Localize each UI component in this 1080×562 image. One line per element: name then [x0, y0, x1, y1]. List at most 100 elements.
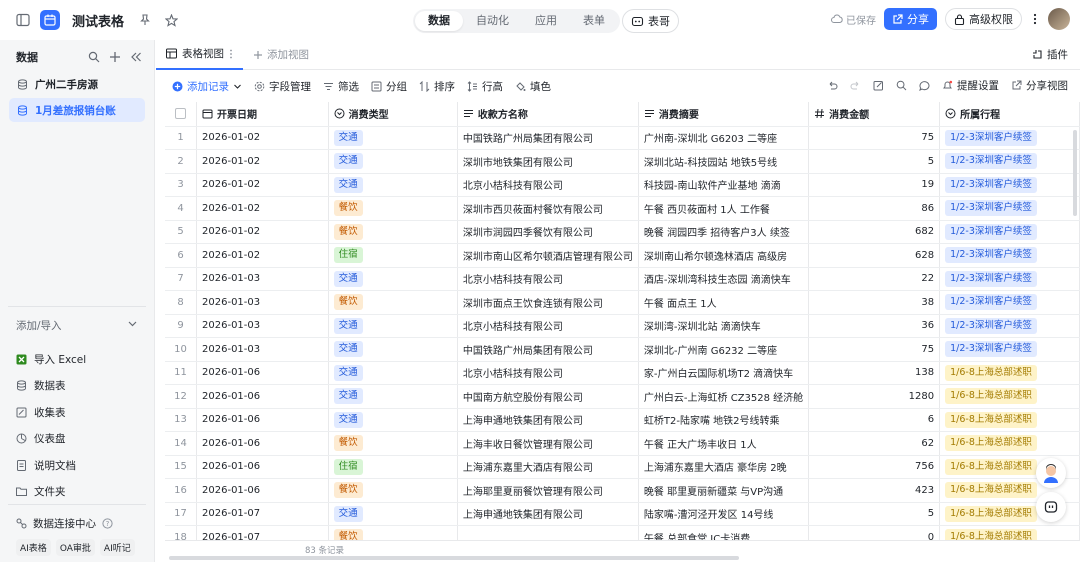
plus-icon[interactable]	[109, 51, 121, 63]
more-icon[interactable]	[1030, 10, 1040, 28]
column-header-summary[interactable]: 消费摘要	[638, 102, 810, 127]
table-row[interactable]: 5 2026-01-02 餐饮 深圳市润园四季餐饮有限公司 晚餐 润园四季 招待客户3人…	[165, 220, 1080, 244]
filter-button[interactable]: 筛选	[323, 79, 359, 94]
cell-trip[interactable]: 1/2-3深圳客户续签	[939, 314, 1080, 338]
share-button[interactable]: 分享	[884, 8, 937, 30]
cell-trip[interactable]: 1/2-3深圳客户续签	[939, 290, 1080, 315]
row-number[interactable]: 6	[165, 243, 198, 268]
cell-date[interactable]: 2026-01-03	[196, 290, 329, 315]
cell-summary[interactable]: 晚餐 润园四季 招待客户3人 续签	[638, 220, 810, 244]
tab-data[interactable]: 数据	[415, 11, 463, 31]
cell-payee[interactable]: 北京小桔科技有限公司	[457, 361, 639, 385]
table-row[interactable]: 10 2026-01-03 交通 中国铁路广州局集团有限公司 深圳北-广州南 G6232…	[165, 337, 1080, 362]
pin-icon[interactable]	[136, 11, 154, 29]
table-row[interactable]: 6 2026-01-02 住宿 深圳市南山区希尔顿酒店管理有限公司 深圳南山希尔顿逸林酒…	[165, 243, 1080, 268]
doc-item[interactable]: 说明文档	[16, 452, 86, 479]
cell-amount[interactable]: 5	[808, 502, 941, 526]
cell-payee[interactable]: 深圳市面点王饮食连锁有限公司	[457, 290, 639, 315]
share-view-button[interactable]: 分享视图	[1011, 78, 1068, 93]
cell-payee[interactable]: 深圳市润园四季餐饮有限公司	[457, 220, 639, 244]
row-number[interactable]: 12	[165, 384, 198, 409]
row-number[interactable]: 18	[165, 525, 198, 540]
cell-amount[interactable]: 75	[808, 126, 941, 150]
cell-amount[interactable]: 6	[808, 408, 941, 432]
more-icon[interactable]	[229, 49, 233, 59]
vertical-scrollbar[interactable]	[1073, 130, 1077, 216]
row-number[interactable]: 17	[165, 502, 198, 526]
biaoge-button[interactable]: 表哥	[622, 9, 679, 33]
table-row[interactable]: 18 2026-01-07 餐饮 午餐 总部食堂 IC卡消费 0 1/6-8上海总部述职	[165, 525, 1080, 540]
table-row[interactable]: 1 2026-01-02 交通 中国铁路广州局集团有限公司 广州南-深圳北 G6203 …	[165, 126, 1080, 150]
folder-item[interactable]: 文件夹	[16, 479, 86, 506]
cell-amount[interactable]: 22	[808, 267, 941, 291]
cell-payee[interactable]: 深圳市西贝莜面村餐饮有限公司	[457, 196, 639, 221]
cell-amount[interactable]: 75	[808, 337, 941, 362]
cell-payee[interactable]: 上海申通地铁集团有限公司	[457, 408, 639, 432]
column-header-amount[interactable]: 消费金额	[808, 102, 941, 127]
cell-type[interactable]: 交通	[328, 502, 458, 526]
cell-payee[interactable]: 中国铁路广州局集团有限公司	[457, 337, 639, 362]
cell-date[interactable]: 2026-01-07	[196, 502, 329, 526]
table-row[interactable]: 17 2026-01-07 交通 上海申通地铁集团有限公司 陆家嘴-漕河泾开发区 14号…	[165, 502, 1080, 526]
chip-oa[interactable]: OA审批	[55, 539, 95, 556]
cell-date[interactable]: 2026-01-06	[196, 478, 329, 503]
cell-trip[interactable]: 1/2-3深圳客户续签	[939, 220, 1080, 244]
cell-trip[interactable]: 1/2-3深圳客户续签	[939, 267, 1080, 291]
cell-date[interactable]: 2026-01-02	[196, 126, 329, 150]
cell-summary[interactable]: 广州白云-上海虹桥 CZ3528 经济舱	[638, 384, 810, 409]
cell-summary[interactable]: 深圳南山希尔顿逸林酒店 高级房	[638, 243, 810, 268]
chip-ai-notes[interactable]: AI听记	[99, 539, 135, 556]
column-header-type[interactable]: 消费类型	[328, 102, 458, 127]
chevron-down-icon[interactable]	[127, 318, 138, 329]
cell-amount[interactable]: 36	[808, 314, 941, 338]
table-row[interactable]: 11 2026-01-06 交通 北京小桔科技有限公司 家-广州白云国际机场T2 滴滴快…	[165, 361, 1080, 385]
row-number[interactable]: 8	[165, 290, 198, 315]
cell-date[interactable]: 2026-01-07	[196, 525, 329, 540]
star-icon[interactable]	[162, 11, 180, 29]
row-number[interactable]: 14	[165, 431, 198, 456]
table-row[interactable]: 9 2026-01-03 交通 北京小桔科技有限公司 深圳湾-深圳北站 滴滴快车 36 1/…	[165, 314, 1080, 338]
remind-settings-button[interactable]: 提醒设置	[942, 78, 999, 93]
cell-trip[interactable]: 1/6-8上海总部述职	[939, 384, 1080, 409]
horizontal-scrollbar[interactable]	[169, 556, 739, 560]
cell-date[interactable]: 2026-01-02	[196, 220, 329, 244]
chat-bot-button[interactable]	[1036, 492, 1066, 522]
cell-type[interactable]: 住宿	[328, 455, 458, 479]
row-number[interactable]: 13	[165, 408, 198, 432]
table-row[interactable]: 3 2026-01-02 交通 北京小桔科技有限公司 科技园-南山软件产业基地 滴滴 19…	[165, 173, 1080, 197]
dashboard-item[interactable]: 仪表盘	[16, 426, 86, 453]
table-row[interactable]: 14 2026-01-06 餐饮 上海丰收日餐饮管理有限公司 午餐 正大广场丰收日 1人…	[165, 431, 1080, 456]
cell-date[interactable]: 2026-01-06	[196, 384, 329, 409]
cell-summary[interactable]: 上海浦东嘉里大酒店 豪华房 2晚	[638, 455, 810, 479]
row-number[interactable]: 1	[165, 126, 198, 150]
tab-forms[interactable]: 表单	[570, 11, 618, 31]
select-all-cell[interactable]	[165, 102, 198, 127]
cell-amount[interactable]: 423	[808, 478, 941, 503]
add-import-section[interactable]: 添加/导入	[16, 318, 138, 333]
cell-date[interactable]: 2026-01-02	[196, 196, 329, 221]
help-icon[interactable]: ?	[102, 518, 113, 529]
cell-summary[interactable]: 深圳北站-科技园站 地铁5号线	[638, 149, 810, 174]
cell-date[interactable]: 2026-01-06	[196, 455, 329, 479]
cell-date[interactable]: 2026-01-03	[196, 337, 329, 362]
cell-summary[interactable]: 深圳北-广州南 G6232 二等座	[638, 337, 810, 362]
cell-amount[interactable]: 5	[808, 149, 941, 174]
undo-icon[interactable]	[827, 80, 838, 91]
cell-type[interactable]: 交通	[328, 384, 458, 409]
add-view-button[interactable]: 添加视图	[243, 47, 319, 62]
cell-type[interactable]: 交通	[328, 337, 458, 362]
group-button[interactable]: 分组	[371, 79, 407, 94]
cell-amount[interactable]: 86	[808, 196, 941, 221]
row-number[interactable]: 4	[165, 196, 198, 221]
cell-type[interactable]: 住宿	[328, 243, 458, 268]
field-manage-button[interactable]: 字段管理	[254, 79, 311, 94]
row-number[interactable]: 3	[165, 173, 198, 197]
row-height-button[interactable]: 行高	[467, 79, 503, 94]
tab-automation[interactable]: 自动化	[463, 11, 522, 31]
row-number[interactable]: 7	[165, 267, 198, 291]
cell-type[interactable]: 交通	[328, 267, 458, 291]
cell-trip[interactable]: 1/2-3深圳客户续签	[939, 126, 1080, 150]
cell-amount[interactable]: 682	[808, 220, 941, 244]
table-row[interactable]: 15 2026-01-06 住宿 上海浦东嘉里大酒店有限公司 上海浦东嘉里大酒店 豪华房…	[165, 455, 1080, 479]
cell-summary[interactable]: 午餐 总部食堂 IC卡消费	[638, 525, 810, 540]
